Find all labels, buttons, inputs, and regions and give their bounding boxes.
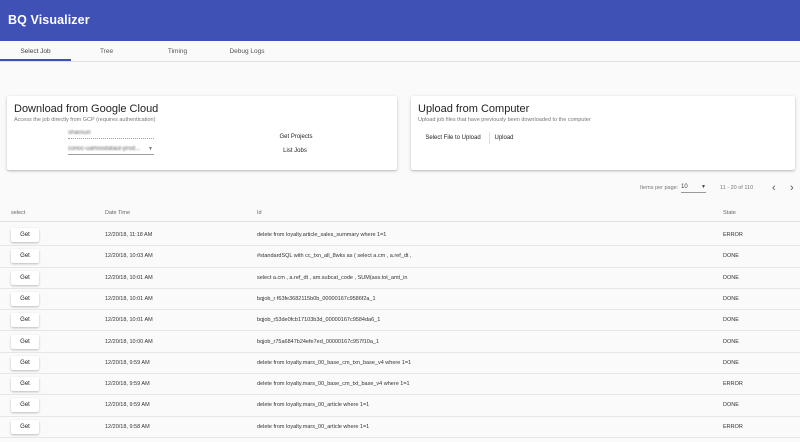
table-row: Get 12/20/18, 9:59 AM delete from loyalty.… xyxy=(0,353,800,375)
tab-bar: Select Job Tree Timing Debug Logs xyxy=(0,41,800,62)
row-state: DONE xyxy=(723,359,739,366)
table-row: Get 12/20/18, 11:18 AM delete from loyalty… xyxy=(0,225,800,247)
project-field[interactable]: shaosun xyxy=(68,129,154,139)
get-button[interactable]: Get xyxy=(11,249,39,264)
select-file-button[interactable]: Select File to Upload xyxy=(420,132,486,144)
get-button[interactable]: Get xyxy=(11,313,39,328)
button-divider xyxy=(489,132,490,144)
get-button[interactable]: Get xyxy=(11,228,39,242)
dropdown-arrow-icon: ▼ xyxy=(148,146,153,152)
table-row: Get 12/20/18, 10:01 AM select a.cm , a.ref… xyxy=(0,268,800,289)
row-datetime: 12/20/18, 10:01 AM xyxy=(105,295,153,302)
get-button[interactable]: Get xyxy=(11,398,39,413)
project-field-value: shaosun xyxy=(68,130,91,136)
row-id: #standardSQL with cc_txn_all_8wks as ( s… xyxy=(257,253,412,260)
chevron-right-icon[interactable]: › xyxy=(790,182,794,194)
app-bar: BQ Visualizer xyxy=(0,0,800,41)
row-id: bqjob_r f63fe3682115b0b_00000167c9586f2a… xyxy=(257,295,376,302)
row-datetime: 12/20/18, 10:01 AM xyxy=(105,317,153,324)
table-row: Get 12/20/18, 9:59 AM delete from loyalty.… xyxy=(0,395,800,417)
row-id: delete from loyalty.article_sales_summar… xyxy=(257,232,387,238)
row-id: delete from loyalty.mars_00_base_cm_txn_… xyxy=(257,359,412,366)
table-row: Get 12/20/18, 10:00 AM bqjob_r75a6847b24ef… xyxy=(0,332,800,353)
items-per-page-value: 10 xyxy=(681,184,688,190)
column-header-select: select xyxy=(11,210,26,216)
row-state: DONE xyxy=(723,295,739,302)
row-datetime: 12/20/18, 10:00 AM xyxy=(105,338,153,345)
row-state: DONE xyxy=(723,317,739,324)
row-datetime: 12/20/18, 10:01 AM xyxy=(105,274,153,281)
row-state: DONE xyxy=(723,253,739,260)
download-card-title: Download from Google Cloud xyxy=(14,103,159,115)
location-select[interactable]: conoc-uamoodataut-prod... ▼ xyxy=(68,145,154,155)
page-range-label: 11 - 20 of 110 xyxy=(720,185,754,191)
row-id: bqjob_r75a6847b24efe7ed_00000167c957f10a… xyxy=(257,338,380,345)
row-datetime: 12/20/18, 9:58 AM xyxy=(105,423,150,430)
row-id: bqjob_r53de0fcb17103b3d_00000167c9584da6… xyxy=(257,317,381,324)
row-datetime: 12/20/18, 9:59 AM xyxy=(105,381,150,388)
row-datetime: 12/20/18, 10:03 AM xyxy=(105,253,153,260)
table-row: Get 12/20/18, 9:59 AM delete from loyalty.… xyxy=(0,374,800,396)
list-jobs-button[interactable]: List Jobs xyxy=(275,145,315,157)
row-id: select a.cm , a.ref_dt , am.subcat_code … xyxy=(257,274,408,281)
row-state: DONE xyxy=(723,274,739,281)
get-button[interactable]: Get xyxy=(11,334,39,349)
items-per-page-select[interactable]: 10 ▼ xyxy=(681,183,706,193)
download-card: Download from Google Cloud Access the jo… xyxy=(7,96,397,170)
paginator: Items per page: 10 ▼ 11 - 20 of 110 ‹ › xyxy=(0,182,800,195)
get-button[interactable]: Get xyxy=(11,270,39,285)
app-title: BQ Visualizer xyxy=(8,13,90,27)
dropdown-arrow-icon: ▼ xyxy=(701,184,706,190)
upload-card: Upload from Computer Upload job files th… xyxy=(411,96,795,170)
column-header-id: Id xyxy=(257,210,262,216)
upload-card-title: Upload from Computer xyxy=(418,103,530,115)
active-tab-indicator xyxy=(0,59,71,61)
upload-button[interactable]: Upload xyxy=(492,132,516,144)
row-state: DONE xyxy=(723,402,739,409)
row-state: ERROR xyxy=(723,381,743,388)
items-per-page-label: Items per page: xyxy=(640,185,679,191)
tab-timing[interactable]: Timing xyxy=(142,41,213,62)
get-button[interactable]: Get xyxy=(11,355,39,370)
table-row: Get 12/20/18, 10:01 AM bqjob_r f63fe368211… xyxy=(0,289,800,311)
table-row: Get 12/20/18, 10:01 AM bqjob_r53de0fcb1710… xyxy=(0,310,800,332)
column-header-state: State xyxy=(723,210,736,216)
upload-card-subtitle: Upload job files that have previously be… xyxy=(418,117,591,123)
table-row: Get 12/20/18, 10:03 AM #standardSQL with c… xyxy=(0,246,800,268)
row-datetime: 12/20/18, 9:59 AM xyxy=(105,402,150,409)
row-state: ERROR xyxy=(723,423,743,430)
row-id: delete from loyalty.mars_00_article wher… xyxy=(257,402,370,409)
download-card-subtitle: Access the job directly from GCP (requir… xyxy=(14,117,156,123)
tab-tree[interactable]: Tree xyxy=(71,41,142,62)
row-id: delete from loyalty.mars_00_article wher… xyxy=(257,423,370,430)
row-id: delete from loyalty.mars_00_base_cm_txt_… xyxy=(257,381,410,388)
get-projects-button[interactable]: Get Projects xyxy=(271,131,321,143)
row-state: ERROR xyxy=(723,232,743,238)
get-button[interactable]: Get xyxy=(11,419,39,434)
column-header-datetime: Date Time xyxy=(105,210,131,216)
row-datetime: 12/20/18, 11:18 AM xyxy=(105,232,153,238)
chevron-left-icon[interactable]: ‹ xyxy=(772,182,776,194)
table-header: select Date Time Id State xyxy=(0,205,800,222)
location-select-value: conoc-uamoodataut-prod... xyxy=(68,146,141,152)
table-row: Get 12/20/18, 9:58 AM delete from loyalty.… xyxy=(0,417,800,438)
row-state: DONE xyxy=(723,338,739,345)
tab-debug-logs[interactable]: Debug Logs xyxy=(213,41,281,62)
get-button[interactable]: Get xyxy=(11,377,39,392)
get-button[interactable]: Get xyxy=(11,291,39,306)
row-datetime: 12/20/18, 9:59 AM xyxy=(105,359,150,366)
